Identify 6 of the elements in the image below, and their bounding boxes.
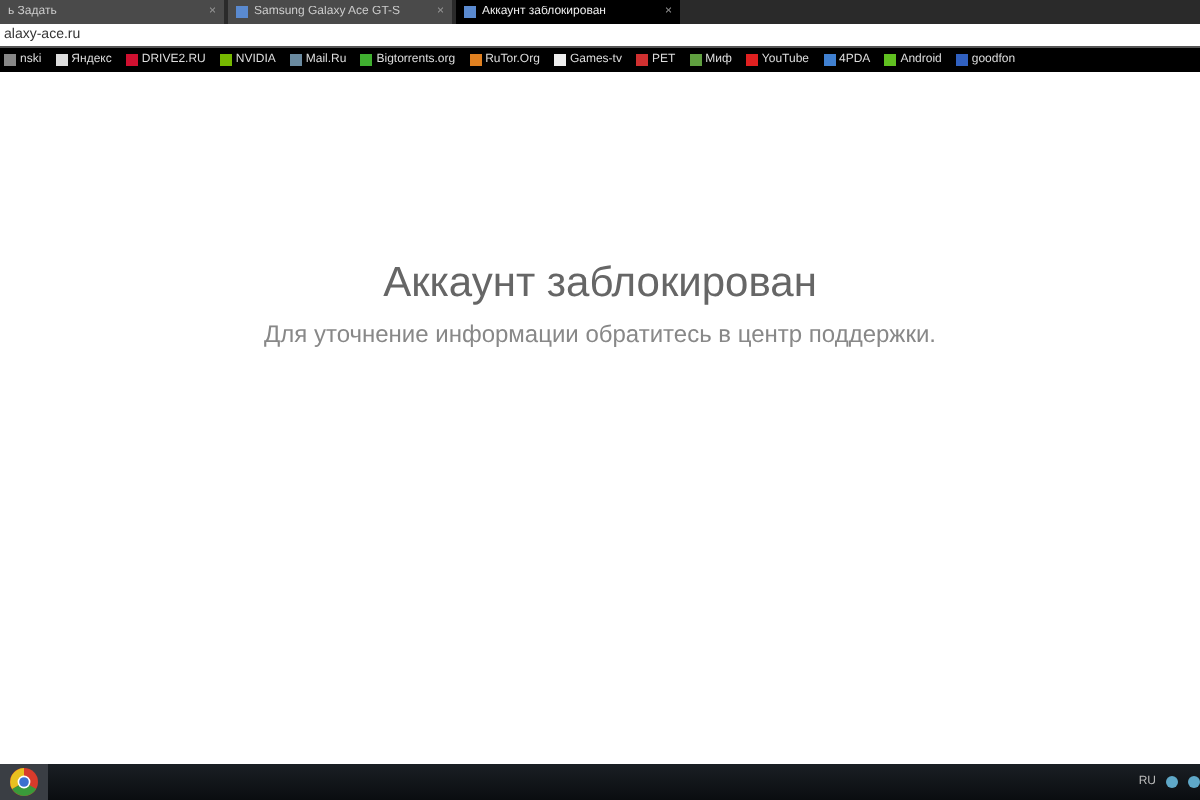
page-heading: Аккаунт заблокирован (383, 260, 817, 308)
page-message: Для уточнение информации обратитесь в центр поддержки. (264, 320, 936, 348)
chrome-taskbar-button[interactable] (0, 764, 48, 800)
page-icon (236, 6, 248, 18)
page-icon (464, 6, 476, 18)
browser-logo-icon (10, 768, 38, 796)
